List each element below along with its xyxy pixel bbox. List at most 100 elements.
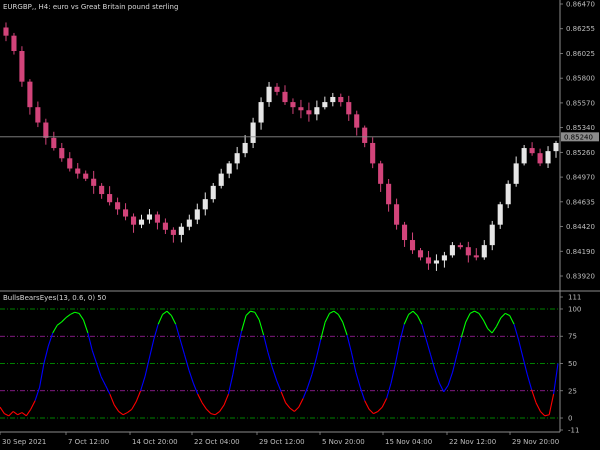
candle-body: [67, 158, 73, 169]
candle-body: [130, 216, 137, 225]
indicator-axis-label: -11: [568, 427, 579, 435]
candle-body: [449, 245, 455, 256]
candle-body: [250, 122, 256, 143]
price-axis-label: 0.86025: [566, 50, 595, 58]
candle-body: [107, 194, 113, 203]
candle: [521, 145, 527, 166]
candle-body: [290, 102, 296, 108]
candle-body: [186, 219, 192, 227]
candle-body: [242, 142, 248, 154]
time-axis-label: 22 Oct 04:00: [194, 438, 240, 446]
current-price-badge: 0.85240: [561, 132, 599, 142]
candle-body: [473, 255, 479, 258]
candle-body: [529, 148, 535, 154]
candle-body: [138, 219, 145, 225]
time-axis-label: 14 Oct 20:00: [132, 438, 178, 446]
candle-body: [146, 214, 153, 220]
candle-body: [505, 183, 511, 205]
price-axis-label: 0.86470: [566, 1, 595, 9]
indicator-axis-label: 50: [568, 360, 577, 368]
candle-body: [417, 250, 424, 258]
indicator-axis-label: 25: [568, 387, 577, 395]
price-axis-label: 0.85260: [566, 149, 595, 157]
candle-body: [19, 51, 25, 82]
time-axis-label: 30 Sep 2021: [2, 438, 46, 446]
candle-body: [322, 102, 328, 108]
candle-body: [27, 81, 33, 108]
indicator-axis-label: 0: [568, 415, 572, 423]
chart-title: EURGBP,, H4: euro vs Great Britain pound…: [3, 3, 178, 11]
candle-body: [362, 127, 368, 143]
price-axis-label: 0.84420: [566, 223, 595, 231]
candle-body: [386, 183, 392, 205]
candle-body: [59, 148, 65, 159]
time-axis-label: 5 Nov 20:00: [322, 438, 365, 446]
candle-body: [178, 226, 184, 235]
candle-body: [346, 102, 352, 115]
candle-body: [258, 102, 264, 123]
candle-body: [314, 107, 320, 115]
candle-body: [282, 91, 288, 103]
candle-body: [330, 96, 336, 103]
indicator-axis-label: 100: [568, 305, 581, 313]
price-axis-label: 0.84190: [566, 248, 595, 256]
candle-body: [99, 185, 105, 195]
candle-body: [91, 178, 97, 186]
time-axis-label: 15 Nov 04:00: [385, 438, 432, 446]
candle-body: [370, 142, 376, 164]
candle-body: [123, 209, 129, 217]
candle-body: [402, 224, 408, 241]
candle-body: [553, 142, 559, 152]
candle-body: [457, 245, 463, 248]
candle-body: [202, 199, 208, 210]
time-axis-label: 29 Nov 20:00: [512, 438, 559, 446]
candle-body: [394, 204, 400, 225]
candle-body: [545, 151, 551, 164]
price-axis-label: 0.84635: [566, 198, 595, 206]
candle-body: [306, 110, 312, 115]
candle-body: [115, 202, 121, 210]
time-axis-label: 22 Nov 12:00: [449, 438, 496, 446]
candle-body: [513, 163, 519, 184]
candle: [19, 46, 25, 87]
chart-background: [0, 0, 600, 450]
time-axis-label: 7 Oct 12:00: [68, 438, 109, 446]
candle-body: [465, 247, 471, 256]
price-axis-label: 0.85340: [566, 124, 595, 132]
candle-body: [497, 204, 503, 225]
candle-body: [218, 173, 224, 186]
candle-body: [298, 107, 304, 111]
candle-body: [194, 209, 200, 220]
candle-body: [83, 173, 89, 179]
candle-body: [425, 257, 432, 264]
candle-body: [481, 245, 487, 258]
indicator-label: BullsBearsEyes(13, 0.6, 0) 50: [3, 294, 106, 302]
time-axis-label: 29 Oct 12:00: [259, 438, 305, 446]
candle-body: [274, 86, 280, 92]
candle-body: [35, 107, 41, 123]
price-axis-label: 0.84970: [566, 174, 595, 182]
candle-body: [489, 224, 495, 246]
price-axis-label: 0.86255: [566, 25, 595, 33]
candle-body: [266, 86, 272, 103]
price-axis-label: 0.85800: [566, 75, 595, 83]
candle-body: [75, 168, 81, 174]
candle-body: [226, 163, 232, 174]
candle-body: [378, 163, 384, 184]
candle-body: [354, 114, 360, 128]
candle-body: [409, 240, 416, 251]
trading-chart[interactable]: 0.86470 0.86255 0.86025 0.85800 0.85570 0.853…: [0, 0, 600, 450]
indicator-axis-label: 111: [568, 294, 581, 302]
candle-body: [11, 35, 17, 51]
candle: [505, 180, 511, 209]
candle-body: [170, 229, 176, 235]
candle-body: [51, 137, 57, 149]
candle-body: [338, 96, 344, 103]
candle-body: [441, 255, 447, 261]
price-axis-label: 0.83920: [566, 273, 595, 281]
candle-body: [433, 260, 439, 264]
price-axis-label: 0.85570: [566, 99, 595, 107]
candle-body: [537, 153, 543, 164]
candle-body: [521, 148, 527, 164]
indicator-axis-label: 75: [568, 333, 577, 341]
